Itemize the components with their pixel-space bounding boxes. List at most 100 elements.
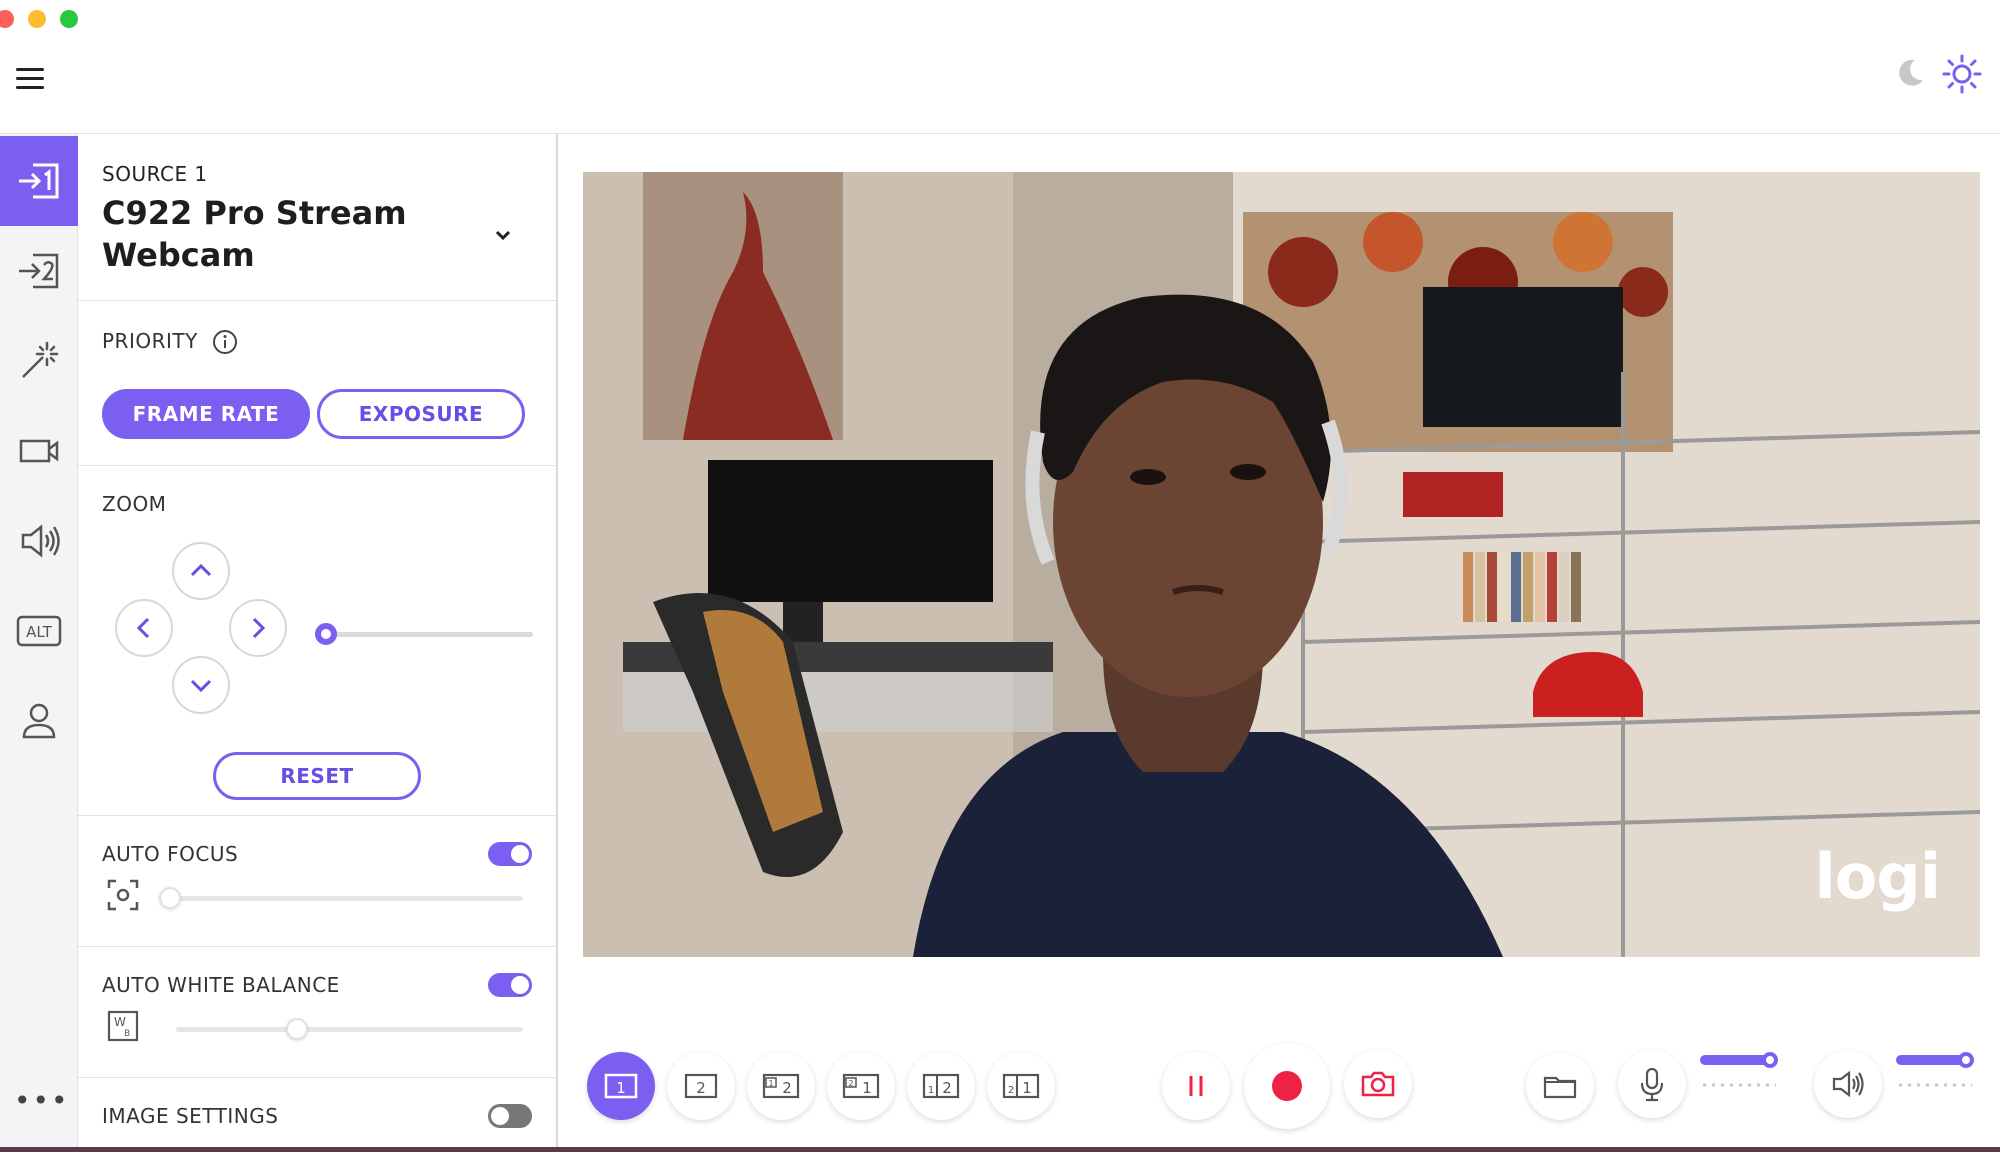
auto-white-balance-title: AUTO WHITE BALANCE xyxy=(102,973,340,997)
svg-text:1: 1 xyxy=(1022,1079,1032,1097)
snapshot-button[interactable] xyxy=(1344,1050,1412,1118)
alt-label: ALT xyxy=(26,623,53,641)
svg-text:B: B xyxy=(124,1029,130,1039)
chevron-right-icon xyxy=(252,617,266,639)
layout-2-button[interactable]: 2 xyxy=(667,1052,735,1120)
focus-slider-thumb xyxy=(159,887,181,909)
pan-left-button[interactable] xyxy=(115,599,173,657)
zoom-section: ZOOM RESET xyxy=(78,466,556,816)
open-folder-button[interactable] xyxy=(1526,1052,1594,1120)
mic-volume-thumb[interactable] xyxy=(1762,1052,1779,1068)
image-settings-toggle[interactable] xyxy=(488,1104,532,1128)
layout-1-2-pip-button[interactable]: 1 2 xyxy=(747,1052,815,1120)
zoom-slider-thumb[interactable] xyxy=(315,623,337,645)
app-window: ALT ••• SOURCE 1 C922 Pro Stream Webcam … xyxy=(0,0,2000,1152)
pan-up-button[interactable] xyxy=(172,542,230,600)
control-bar: 1 2 1 2 2 1 1 2 2 1 xyxy=(560,1040,2000,1140)
image-settings-title: IMAGE SETTINGS xyxy=(102,1104,279,1128)
alt-icon: ALT xyxy=(16,615,62,647)
microphone-button[interactable] xyxy=(1618,1050,1686,1118)
chevron-left-icon xyxy=(136,617,150,639)
rail-audio[interactable] xyxy=(0,496,78,586)
sun-icon[interactable] xyxy=(1942,54,1982,94)
auto-focus-title: AUTO FOCUS xyxy=(102,842,239,866)
svg-text:W: W xyxy=(114,1015,126,1029)
close-window-button[interactable] xyxy=(0,10,14,28)
hamburger-icon[interactable] xyxy=(16,68,44,90)
speaker-icon xyxy=(21,524,60,558)
layout-2-1-pip-button[interactable]: 2 1 xyxy=(827,1052,895,1120)
auto-focus-toggle[interactable] xyxy=(488,842,532,866)
rail-source-2[interactable] xyxy=(0,226,78,316)
focus-slider xyxy=(159,887,523,909)
zoom-slider[interactable] xyxy=(315,623,533,645)
rail-account[interactable] xyxy=(0,676,78,766)
svg-text:1: 1 xyxy=(616,1079,626,1097)
speaker-volume-thumb[interactable] xyxy=(1958,1052,1975,1068)
device-name[interactable]: C922 Pro Stream Webcam xyxy=(102,192,462,276)
rail-effects[interactable] xyxy=(0,316,78,406)
person-icon xyxy=(22,703,56,739)
layout-2-1-split-button[interactable]: 2 1 xyxy=(987,1052,1055,1120)
maximize-window-button[interactable] xyxy=(60,10,78,28)
record-icon xyxy=(1272,1071,1302,1101)
info-icon[interactable] xyxy=(212,329,238,355)
moon-icon[interactable] xyxy=(1893,56,1927,90)
white-balance-icon: W B xyxy=(107,1010,139,1042)
focus-icon xyxy=(107,879,139,911)
speaker-volume-icon xyxy=(1832,1070,1864,1098)
record-button[interactable] xyxy=(1244,1043,1330,1129)
priority-title: PRIORITY xyxy=(102,329,198,353)
white-balance-slider xyxy=(176,1018,523,1040)
svg-text:2: 2 xyxy=(782,1079,792,1097)
layout-single-1-icon: 1 xyxy=(604,1073,638,1099)
microphone-icon xyxy=(1640,1067,1664,1102)
camera-preview: logi xyxy=(583,172,1980,957)
layout-pip-1-2-icon: 1 2 xyxy=(762,1073,800,1099)
reset-button[interactable]: RESET xyxy=(213,752,421,800)
minimize-window-button[interactable] xyxy=(28,10,46,28)
chevron-up-icon xyxy=(190,563,212,577)
window-bottom-edge xyxy=(0,1147,2000,1152)
pause-button[interactable] xyxy=(1162,1052,1230,1120)
chevron-down-icon xyxy=(190,679,212,693)
priority-section: PRIORITY FRAME RATE EXPOSURE xyxy=(78,301,556,466)
svg-text:2: 2 xyxy=(848,1079,853,1088)
white-balance-slider-thumb xyxy=(286,1018,309,1040)
svg-text:2: 2 xyxy=(942,1079,952,1097)
layout-1-2-split-button[interactable]: 1 2 xyxy=(907,1052,975,1120)
layout-1-button[interactable]: 1 xyxy=(587,1052,655,1120)
chevron-down-icon[interactable] xyxy=(492,224,514,246)
more-options-button[interactable]: ••• xyxy=(14,1084,70,1117)
speaker-level-meter xyxy=(1896,1083,1972,1087)
svg-text:2: 2 xyxy=(696,1079,706,1097)
layout-pip-2-1-icon: 2 1 xyxy=(842,1073,880,1099)
speaker-button[interactable] xyxy=(1814,1050,1882,1118)
input-1-icon xyxy=(19,163,59,199)
top-bar xyxy=(0,36,2000,134)
preview-area: logi xyxy=(560,134,2000,1152)
rail-alt[interactable]: ALT xyxy=(0,586,78,676)
auto-white-balance-toggle[interactable] xyxy=(488,973,532,997)
layout-single-2-icon: 2 xyxy=(684,1073,718,1099)
zoom-title: ZOOM xyxy=(102,492,167,516)
rail-source-1[interactable] xyxy=(0,136,78,226)
webcam-scene xyxy=(583,172,1980,957)
logi-watermark: logi xyxy=(1814,840,1941,913)
folder-icon xyxy=(1543,1076,1577,1099)
pan-right-button[interactable] xyxy=(229,599,287,657)
svg-text:1: 1 xyxy=(768,1079,773,1088)
pan-down-button[interactable] xyxy=(172,656,230,714)
image-settings-section: IMAGE SETTINGS xyxy=(78,1078,556,1152)
exposure-button[interactable]: EXPOSURE xyxy=(317,389,525,439)
frame-rate-button[interactable]: FRAME RATE xyxy=(102,389,310,439)
rail-camera[interactable] xyxy=(0,406,78,496)
svg-text:2: 2 xyxy=(1008,1085,1014,1096)
window-controls xyxy=(0,10,78,28)
layout-split-2-1-icon: 2 1 xyxy=(1002,1073,1040,1099)
video-camera-icon xyxy=(19,439,59,463)
source-label: SOURCE 1 xyxy=(102,162,208,186)
svg-text:1: 1 xyxy=(862,1079,872,1097)
source-section: SOURCE 1 C922 Pro Stream Webcam xyxy=(78,134,556,301)
camera-icon xyxy=(1361,1071,1395,1097)
